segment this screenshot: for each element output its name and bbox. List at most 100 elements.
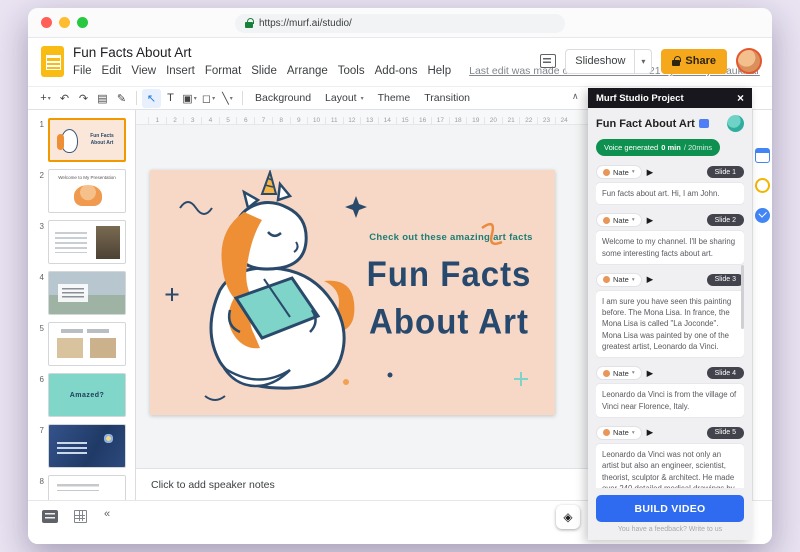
script-text[interactable]: Leonardo da Vinci is from the village of… (596, 384, 744, 417)
insert-image-icon[interactable]: ▣ ▾ (180, 89, 199, 108)
header-actions: Slideshow ▾ Share (540, 48, 762, 74)
slide-thumbnail-3[interactable]: 3 (34, 220, 135, 264)
redo-icon[interactable]: ↷ (74, 89, 93, 108)
menu-slide[interactable]: Slide (251, 65, 277, 77)
filmstrip-view-icon[interactable] (42, 510, 58, 523)
thumbnail-preview[interactable] (48, 271, 126, 315)
hide-menus-icon[interactable]: ∧ (572, 91, 579, 102)
voice-selector[interactable]: Nate ▾ (596, 272, 642, 287)
menu-format[interactable]: Format (205, 65, 241, 77)
thumbnail-caption: Amazed? (69, 391, 105, 399)
toolbar-theme-button[interactable]: Theme (371, 90, 418, 106)
document-title[interactable]: Fun Facts About Art (73, 45, 192, 60)
current-slide[interactable]: Check out these amazing art facts Fun Fa… (150, 168, 555, 415)
toolbar-background-button[interactable]: Background (248, 90, 318, 106)
voice-selector[interactable]: Nate ▾ (596, 165, 642, 179)
voice-selector[interactable]: Nate ▾ (596, 213, 642, 228)
murf-panel-body: Fun Fact About Art Voice generated 0 min… (588, 108, 752, 488)
undo-icon[interactable]: ↶ (55, 89, 74, 108)
play-button[interactable]: ▶ (647, 274, 654, 285)
thumbnail-preview[interactable] (48, 322, 126, 366)
thumbnail-preview[interactable] (48, 475, 126, 500)
build-video-button[interactable]: BUILD VIDEO (596, 495, 744, 522)
new-slide-icon[interactable]: + ▾ (36, 89, 55, 108)
thumbnail-caption: Fun Facts About Art (90, 133, 114, 146)
slide-thumbnail-6[interactable]: 6 Amazed? (34, 373, 135, 417)
script-text[interactable]: I am sure you have seen this painting be… (596, 290, 744, 358)
slide-thumbnail-4[interactable]: 4 (34, 271, 135, 315)
share-button[interactable]: Share (661, 48, 727, 74)
toolbar-layout-button[interactable]: Layout ▾ (318, 90, 371, 106)
slideshow-button[interactable]: Slideshow ▾ (565, 48, 653, 74)
ruler-tick: 9 (289, 117, 308, 124)
explore-button[interactable]: ◈ (556, 505, 580, 529)
zoom-window-button[interactable] (77, 17, 88, 28)
insert-line-icon[interactable]: ╲ ▾ (218, 89, 237, 108)
thumbnail-preview[interactable]: Welcome to My Presentation (48, 169, 126, 213)
murf-panel: Murf Studio Project × Fun Fact About Art… (588, 88, 752, 540)
scrollbar-thumb[interactable] (741, 265, 744, 329)
tasks-icon[interactable] (755, 208, 770, 223)
voice-selector[interactable]: Nate ▾ (596, 366, 642, 381)
voice-avatar-icon (603, 168, 610, 176)
menu-insert[interactable]: Insert (166, 65, 195, 77)
menu-tools[interactable]: Tools (338, 65, 365, 77)
play-button[interactable]: ▶ (647, 215, 654, 226)
url-bar[interactable]: https://murf.ai/studio/ (235, 14, 565, 33)
thumbnail-preview[interactable]: Fun Facts About Art (48, 118, 126, 162)
insert-shape-icon[interactable]: ◻ ▾ (199, 89, 218, 108)
menu-edit[interactable]: Edit (102, 65, 122, 77)
close-window-button[interactable] (41, 17, 52, 28)
text-box-icon[interactable]: T (161, 89, 180, 108)
murf-project-title[interactable]: Fun Fact About Art (596, 118, 695, 130)
voice-avatar-icon (603, 429, 610, 437)
slide-number: 4 (39, 273, 44, 282)
user-avatar[interactable] (736, 48, 762, 74)
menu-file[interactable]: File (73, 65, 92, 77)
slide-kicker-text[interactable]: Check out these amazing art facts (360, 232, 542, 243)
slide-thumbnail-1[interactable]: 1 Fun Facts About Art (34, 118, 135, 162)
slides-logo-icon[interactable] (41, 46, 64, 77)
feedback-link[interactable]: You have a feedback? Write to us (588, 526, 752, 540)
chat-bubble-icon[interactable] (698, 119, 709, 128)
murf-avatar[interactable] (727, 115, 744, 132)
slide-thumbnail-5[interactable]: 5 (34, 322, 135, 366)
script-text[interactable]: Fun facts about art. Hi, I am John. (596, 183, 744, 205)
minimize-window-button[interactable] (59, 17, 70, 28)
script-text[interactable]: Welcome to my channel. I'll be sharing s… (596, 231, 744, 264)
thumbnail-preview[interactable]: Amazed? (48, 373, 126, 417)
comments-icon[interactable] (540, 54, 557, 68)
slide-thumbnail-2[interactable]: 2 Welcome to My Presentation (34, 169, 135, 213)
script-text[interactable]: Leonardo da Vinci was not only an artist… (596, 443, 744, 488)
menu-view[interactable]: View (131, 65, 156, 77)
play-button[interactable]: ▶ (647, 167, 654, 178)
slideshow-caret-icon[interactable]: ▾ (635, 57, 651, 66)
slide-title-text[interactable]: Fun Facts About Art (352, 251, 546, 345)
toolbar-transition-button[interactable]: Transition (417, 90, 477, 106)
slide-thumbnail-7[interactable]: 7 (34, 424, 135, 468)
keep-icon[interactable] (755, 178, 770, 193)
collapse-filmstrip-icon[interactable]: « (104, 508, 110, 520)
grid-view-icon[interactable] (74, 510, 87, 523)
thumbnail-art (96, 226, 120, 259)
slide-number: 6 (39, 375, 44, 384)
play-button[interactable]: ▶ (647, 368, 654, 379)
thumbnail-preview[interactable] (48, 424, 126, 468)
ruler-tick: 22 (519, 117, 537, 124)
play-button[interactable]: ▶ (647, 427, 654, 438)
voice-selector[interactable]: Nate ▾ (596, 425, 642, 440)
chevron-down-icon: ▾ (631, 429, 635, 436)
print-icon[interactable]: ▤ (93, 89, 112, 108)
select-tool-icon[interactable]: ↖ (142, 88, 161, 108)
murf-block-slide-3: Nate ▾ ▶ Slide 3 I am sure you have seen thi… (596, 272, 744, 358)
thumbnail-preview[interactable] (48, 220, 126, 264)
close-icon[interactable]: × (737, 92, 744, 104)
menu-addons[interactable]: Add-ons (375, 65, 418, 77)
menu-arrange[interactable]: Arrange (287, 65, 328, 77)
paint-format-icon[interactable]: ✎ (112, 89, 131, 108)
slide-thumbnail-8[interactable]: 8 (34, 475, 135, 500)
menu-help[interactable]: Help (427, 65, 451, 77)
calendar-icon[interactable] (755, 148, 770, 163)
ruler-tick: 11 (324, 117, 343, 124)
share-lock-icon (672, 55, 681, 66)
